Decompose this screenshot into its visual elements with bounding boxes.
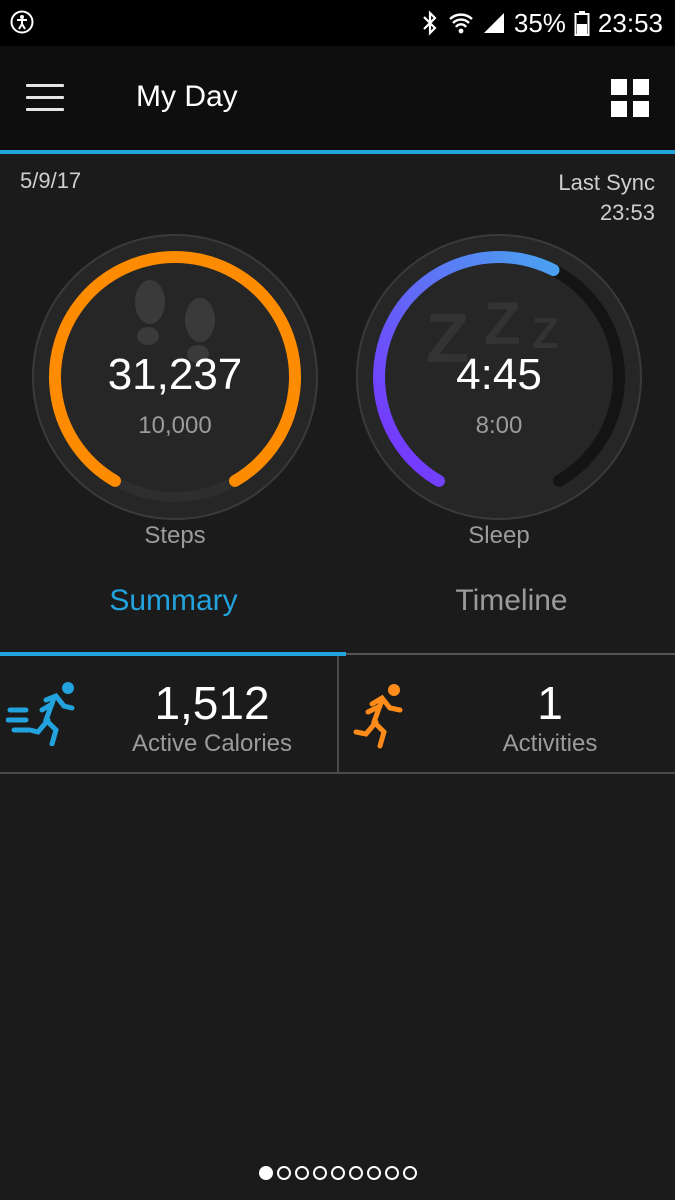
activities-value: 1	[537, 677, 563, 729]
stats-divider	[337, 656, 339, 772]
page-dot[interactable]	[348, 1166, 363, 1180]
steps-ring[interactable]: 31,237 10,000	[30, 232, 320, 522]
page-dot[interactable]	[402, 1166, 417, 1180]
page-indicator[interactable]	[0, 1166, 675, 1184]
steps-value: 31,237	[107, 350, 243, 399]
bluetooth-icon	[423, 10, 437, 36]
page-dot[interactable]	[312, 1166, 327, 1180]
accessibility-icon	[10, 10, 34, 34]
sleep-value: 4:45	[456, 350, 542, 399]
svg-text:Z: Z	[484, 290, 521, 357]
active-calories-value: 1,512	[154, 677, 270, 729]
last-sync: Last Sync 23:53	[558, 168, 655, 228]
page-dot[interactable]	[366, 1166, 381, 1180]
stats-row: 1,512 Active Calories 1 Activities	[0, 656, 675, 774]
menu-icon[interactable]	[26, 84, 64, 112]
activities-label: Activities	[502, 730, 598, 757]
app-bar-accent-line	[0, 150, 675, 154]
summary-date: 5/9/17	[20, 168, 82, 193]
active-calories-label: Active Calories	[131, 730, 293, 757]
page-title: My Day	[136, 80, 238, 113]
status-indicators: 35% 23:53	[420, 0, 663, 46]
page-dot[interactable]	[258, 1166, 273, 1180]
steps-label: Steps	[144, 522, 206, 549]
tab-timeline[interactable]: Timeline	[343, 584, 675, 618]
wifi-icon	[449, 13, 473, 34]
last-sync-time: 23:53	[599, 200, 655, 225]
status-time: 23:53	[597, 7, 663, 38]
running-fast-icon	[6, 682, 75, 746]
battery-icon	[574, 11, 590, 36]
page-dot[interactable]	[330, 1166, 345, 1180]
tab-summary[interactable]: Summary	[5, 584, 342, 618]
sleep-ring[interactable]: Z Z Z 4:45 8:00	[354, 232, 644, 522]
status-bar: 35% 23:53	[0, 0, 675, 46]
page-dot[interactable]	[294, 1166, 309, 1180]
signal-icon	[483, 13, 504, 33]
grid-icon[interactable]	[611, 79, 649, 117]
steps-goal: 10,000	[138, 412, 212, 439]
running-icon	[353, 684, 403, 749]
last-sync-label: Last Sync	[558, 170, 655, 195]
sleep-goal: 8:00	[475, 412, 523, 439]
page-dot[interactable]	[384, 1166, 399, 1180]
battery-percent: 35%	[513, 7, 566, 38]
app-bar: My Day	[0, 46, 675, 150]
tab-divider-line	[346, 653, 675, 655]
page-dot[interactable]	[276, 1166, 291, 1180]
sleep-label: Sleep	[468, 522, 530, 549]
